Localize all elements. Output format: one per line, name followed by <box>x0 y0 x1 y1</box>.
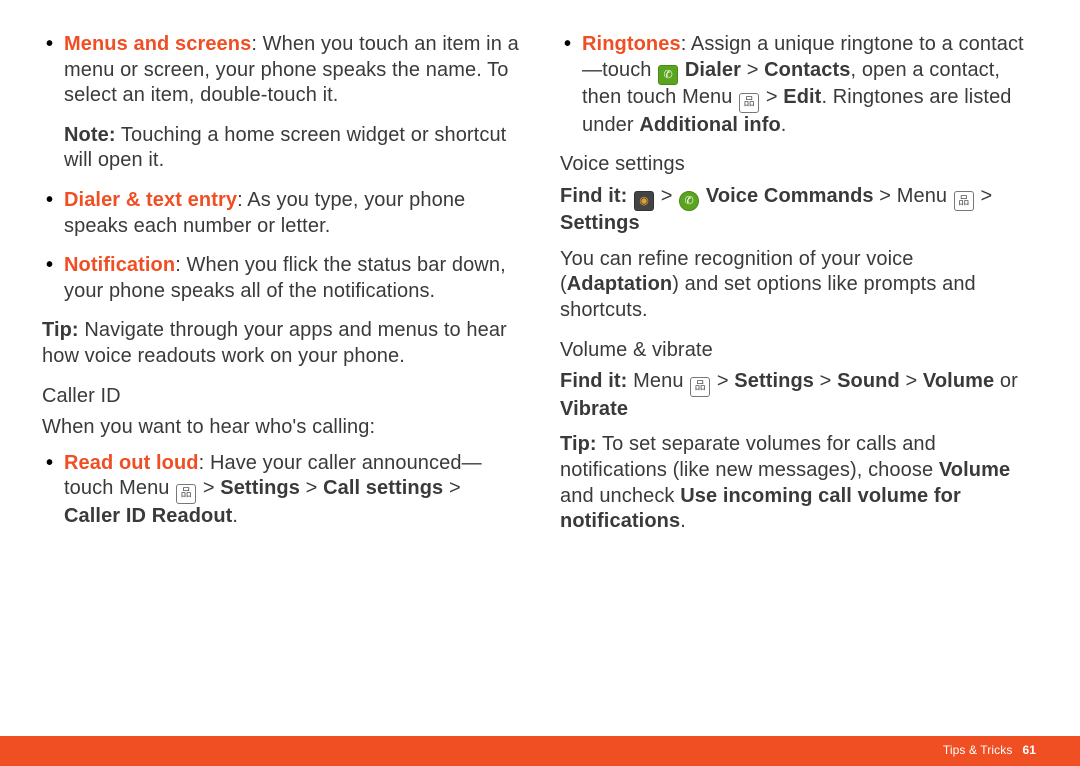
findit-label: Find it: <box>560 185 627 207</box>
dialer-label: Dialer <box>679 59 741 81</box>
bullet-label: Ringtones <box>582 33 681 55</box>
footer-page: 61 <box>1022 743 1036 758</box>
text: > <box>655 185 678 207</box>
bullet-label: Dialer & text entry <box>64 189 237 211</box>
text: To set separate volumes for calls and no… <box>560 433 939 481</box>
text: . <box>781 114 787 136</box>
settings-label: Settings <box>220 477 300 499</box>
bullet-label: Read out loud <box>64 452 199 474</box>
voice-commands-label: Voice Commands <box>700 185 873 207</box>
caller-id-subtext: When you want to hear who's calling: <box>42 415 520 441</box>
tip-block: Tip: Navigate through your apps and menu… <box>42 318 520 369</box>
tip-text: Navigate through your apps and menus to … <box>42 319 507 367</box>
menu-icon: 品 <box>176 484 196 504</box>
text: > <box>711 370 734 392</box>
bullet-label: Menus and screens <box>64 33 251 55</box>
footer: Tips & Tricks 61 <box>0 736 1080 766</box>
text: . <box>680 510 686 532</box>
menu-icon: 品 <box>739 93 759 113</box>
left-column: Menus and screens: When you touch an ite… <box>42 32 520 543</box>
voice-body: You can refine recognition of your voice… <box>560 247 1038 324</box>
bullet-dialer-text: Dialer & text entry: As you type, your p… <box>64 188 520 239</box>
right-bullets: Ringtones: Assign a unique ringtone to a… <box>560 32 1038 138</box>
bullet-ringtones: Ringtones: Assign a unique ringtone to a… <box>582 32 1038 138</box>
bullet-notification: Notification: When you flick the status … <box>64 253 520 304</box>
text: > <box>443 477 460 499</box>
findit-voice: Find it: ◉ > ✆ Voice Commands > Menu 品 >… <box>560 184 1038 237</box>
heading-volume-vibrate: Volume & vibrate <box>560 338 1038 364</box>
tip-label: Tip: <box>560 433 597 455</box>
columns: Menus and screens: When you touch an ite… <box>0 0 1080 543</box>
text: and uncheck <box>560 485 680 507</box>
text: or <box>994 370 1018 392</box>
volume-tip: Tip: To set separate volumes for calls a… <box>560 432 1038 534</box>
volume-label: Volume <box>939 459 1010 481</box>
launcher-icon: ◉ <box>634 191 654 211</box>
call-settings-label: Call settings <box>323 477 443 499</box>
menu-icon: 品 <box>690 377 710 397</box>
text: > <box>300 477 323 499</box>
voice-icon: ✆ <box>679 191 699 211</box>
text: > Menu <box>874 185 953 207</box>
settings-label: Settings <box>734 370 814 392</box>
menu-icon: 品 <box>954 191 974 211</box>
text: > <box>741 59 764 81</box>
vibrate-label: Vibrate <box>560 398 628 420</box>
text: > <box>814 370 837 392</box>
sound-label: Sound <box>837 370 900 392</box>
dialer-icon: ✆ <box>658 65 678 85</box>
findit-volume: Find it: Menu 品 > Settings > Sound > Vol… <box>560 369 1038 422</box>
bullet-read-out-loud: Read out loud: Have your caller announce… <box>64 451 520 530</box>
volume-label: Volume <box>923 370 994 392</box>
text: > <box>197 477 220 499</box>
right-column: Ringtones: Assign a unique ringtone to a… <box>560 32 1038 543</box>
left-bullets-2: Read out loud: Have your caller announce… <box>42 451 520 530</box>
contacts-label: Contacts <box>764 59 850 81</box>
footer-section: Tips & Tricks <box>943 743 1013 758</box>
bullet-label: Notification <box>64 254 175 276</box>
caller-id-readout-label: Caller ID Readout <box>64 505 232 527</box>
heading-voice-settings: Voice settings <box>560 152 1038 178</box>
adaptation-label: Adaptation <box>567 273 672 295</box>
text: . <box>232 505 238 527</box>
left-bullets: Menus and screens: When you touch an ite… <box>42 32 520 304</box>
bullet-menus-screens: Menus and screens: When you touch an ite… <box>64 32 520 174</box>
heading-caller-id: Caller ID <box>42 384 520 410</box>
additional-info-label: Additional info <box>639 114 780 136</box>
note-label: Note: <box>64 124 116 146</box>
settings-label: Settings <box>560 212 640 234</box>
tip-label: Tip: <box>42 319 79 341</box>
findit-label: Find it: <box>560 370 627 392</box>
note-text: Touching a home screen widget or shortcu… <box>64 124 506 172</box>
text: > <box>900 370 923 392</box>
note-block: Note: Touching a home screen widget or s… <box>64 123 520 174</box>
text: > <box>975 185 992 207</box>
text: Menu <box>627 370 689 392</box>
page: Menus and screens: When you touch an ite… <box>0 0 1080 766</box>
text: > <box>760 86 783 108</box>
edit-label: Edit <box>783 86 821 108</box>
